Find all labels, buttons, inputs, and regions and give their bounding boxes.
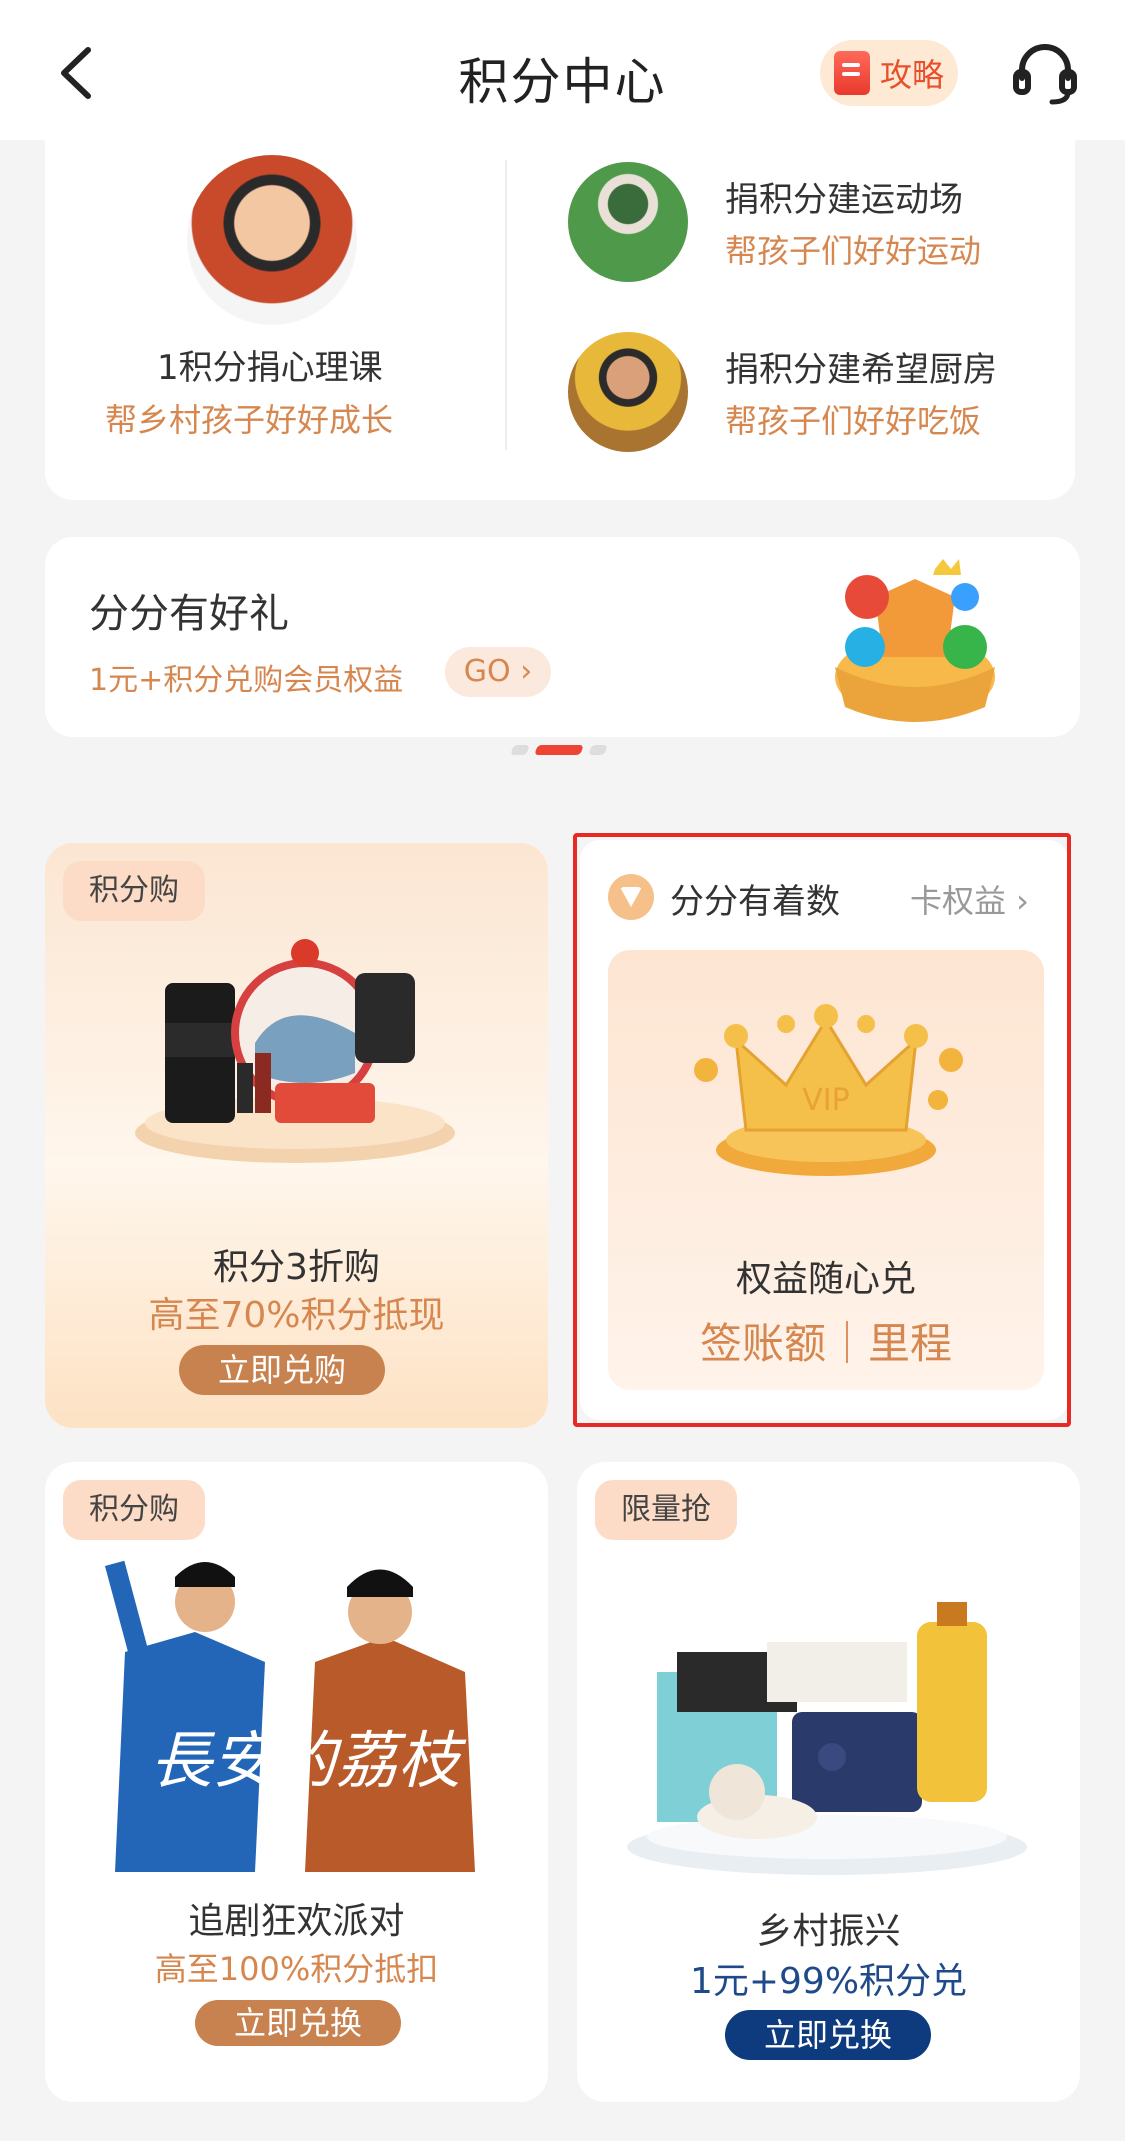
card-subtitle: 高至100%积分抵扣 [154, 1950, 439, 1988]
charity-card: 1积分捐心理课 帮乡村孩子好好成长 捐积分建运动场 帮孩子们好好运动 捐积分建希… [45, 120, 1075, 500]
redeem-button[interactable]: 立即兑购 [179, 1345, 385, 1395]
points-buy-card[interactable]: 积分购 积分3折购 高至70%积分抵现 立即兑购 [45, 843, 548, 1428]
charity-subtitle: 帮孩子们好好运动 [725, 232, 982, 270]
products-illustration [135, 939, 455, 1163]
charity-title: 1积分捐心理课 [157, 348, 383, 388]
drama-party-card[interactable]: 积分购 長安的荔枝 追剧狂欢派对 高至100%积分抵扣 立即兑换 [45, 1462, 548, 2102]
rural-products-illustration [627, 1602, 1027, 1875]
tag-badge: 积分购 [63, 1480, 205, 1540]
drama-poster-illustration: 長安的荔枝 [104, 1560, 475, 1872]
guide-button[interactable]: 攻略 [820, 40, 958, 106]
exchange-button[interactable]: 立即兑换 [725, 2010, 931, 2060]
top-nav-bar: 积分中心 攻略 [0, 0, 1125, 140]
charity-subtitle: 帮孩子们好好吃饭 [725, 402, 982, 440]
tag-badge: 积分购 [63, 861, 205, 921]
highlight-frame [573, 833, 1071, 1427]
tag-badge: 限量抢 [595, 1480, 737, 1540]
card-title: 乡村振兴 [756, 1911, 901, 1952]
card-title: 积分3折购 [213, 1247, 380, 1288]
girl-photo [568, 332, 688, 452]
banner-title: 分分有好礼 [89, 591, 289, 637]
book-icon [834, 51, 870, 95]
indicator-dot [510, 745, 530, 755]
divider [505, 160, 507, 450]
drama-title-art: 長安的荔枝 [150, 1724, 467, 1797]
indicator-dot-active [534, 745, 584, 755]
card-subtitle: 高至70%积分抵现 [148, 1295, 445, 1336]
indicator-dot [588, 745, 608, 755]
charity-subtitle: 帮乡村孩子好好成长 [105, 401, 394, 439]
card-title: 追剧狂欢派对 [188, 1901, 405, 1942]
go-button[interactable]: GO › [445, 647, 551, 697]
banner-page-indicator [510, 745, 608, 755]
charity-title: 捐积分建运动场 [725, 180, 963, 220]
headset-icon[interactable] [1010, 42, 1080, 106]
guide-label: 攻略 [880, 56, 945, 94]
rural-revival-card[interactable]: 限量抢 乡村振兴 1元+99%积分兑 立即兑换 [577, 1462, 1080, 2102]
charity-title: 捐积分建希望厨房 [725, 350, 997, 390]
card-subtitle: 1元+99%积分兑 [689, 1961, 968, 2002]
banner-subtitle: 1元+积分兑购会员权益 [89, 663, 404, 698]
gift-banner[interactable]: 分分有好礼 1元+积分兑购会员权益 GO › [45, 537, 1080, 737]
running-boy-photo [568, 162, 688, 282]
boy-photo [187, 155, 357, 325]
exchange-button[interactable]: 立即兑换 [195, 2000, 401, 2046]
vip-box-illustration [835, 559, 995, 722]
